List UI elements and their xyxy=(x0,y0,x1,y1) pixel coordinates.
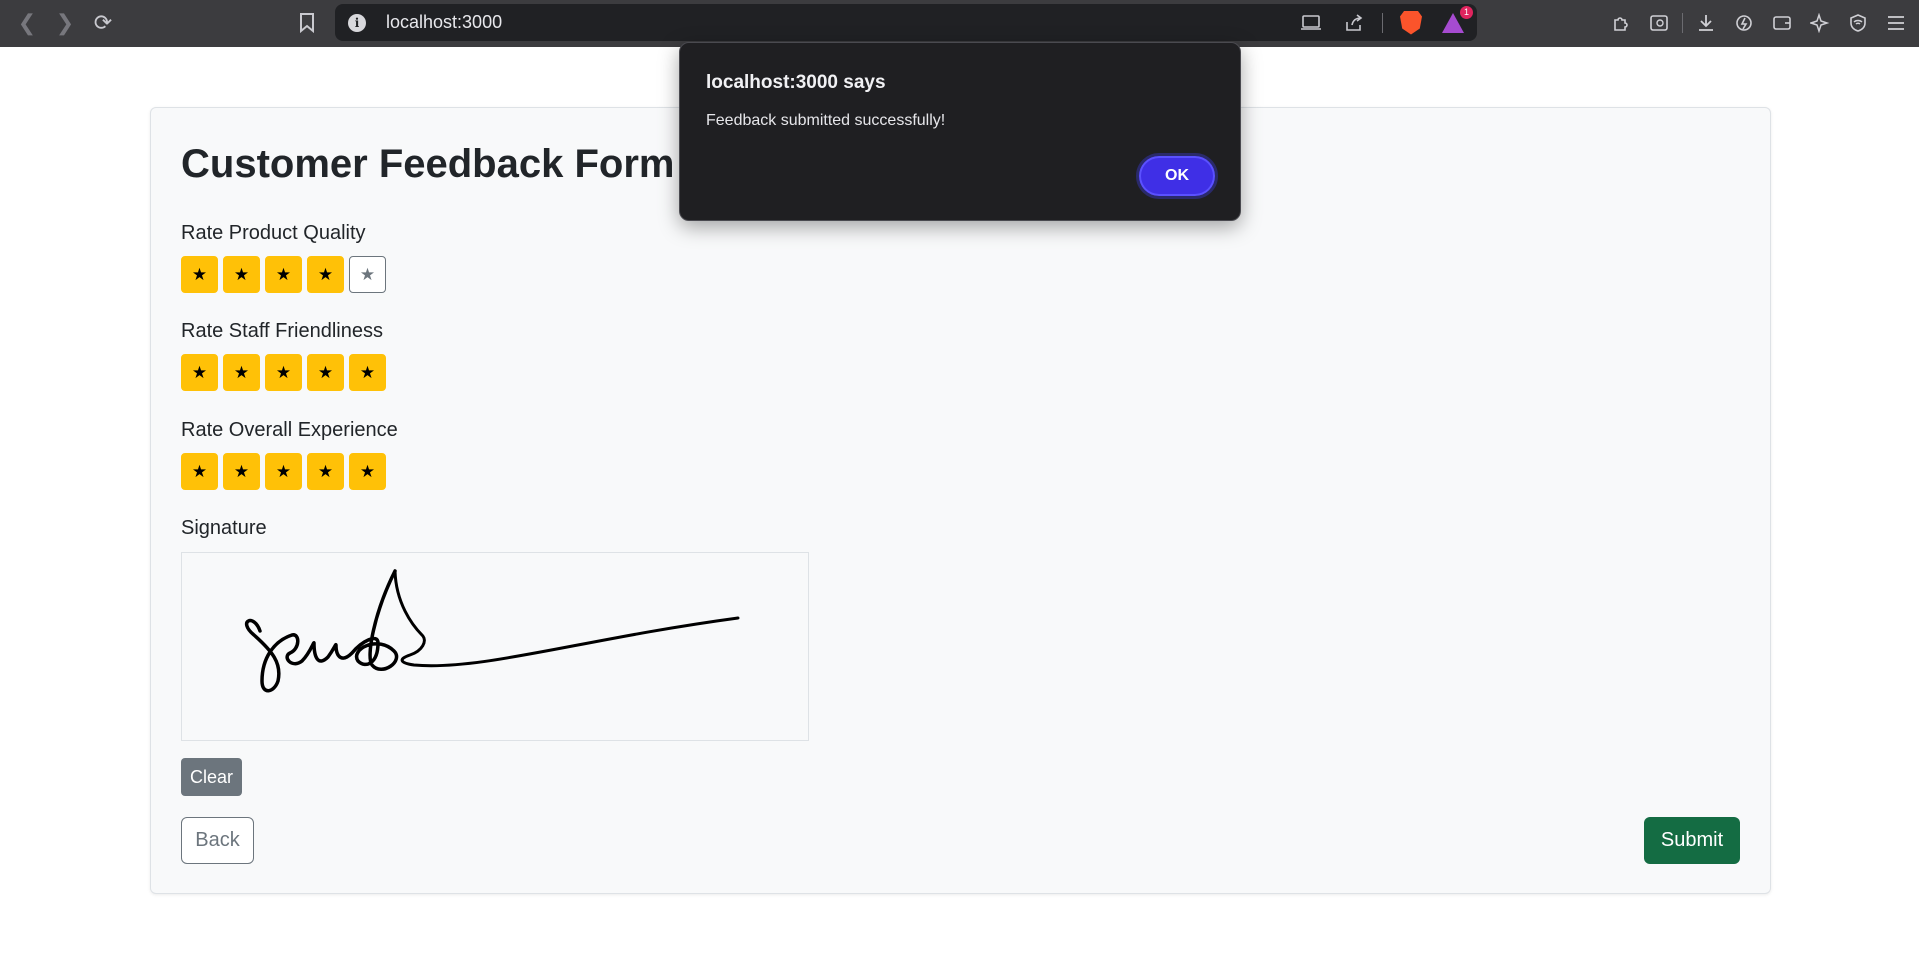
leo-ai-icon[interactable] xyxy=(1805,8,1835,38)
page-title: Customer Feedback Form sl xyxy=(181,142,719,186)
star-button[interactable]: ★ xyxy=(307,256,344,293)
share-icon[interactable] xyxy=(1340,9,1368,37)
wallet-icon[interactable] xyxy=(1767,8,1797,38)
speed-icon[interactable] xyxy=(1729,8,1759,38)
divider xyxy=(1382,12,1383,33)
star-button[interactable]: ★ xyxy=(181,354,218,391)
address-bar[interactable]: i localhost:3000 1 xyxy=(335,4,1477,41)
star-button[interactable]: ★ xyxy=(349,256,386,293)
reload-icon[interactable]: ⟳ xyxy=(88,8,118,38)
brave-rewards-icon[interactable]: 1 xyxy=(1439,5,1473,37)
dialog-title: localhost:3000 says xyxy=(706,72,886,93)
downloads-icon[interactable] xyxy=(1691,8,1721,38)
forward-arrow-icon[interactable]: ❯ xyxy=(50,8,80,38)
site-info-icon[interactable]: i xyxy=(348,13,366,32)
rating-stars-overall-experience: ★ ★ ★ ★ ★ xyxy=(181,453,386,490)
brave-shields-icon[interactable] xyxy=(1397,9,1425,37)
star-button[interactable]: ★ xyxy=(307,453,344,490)
cast-icon[interactable] xyxy=(1298,9,1326,37)
submit-button[interactable]: Submit xyxy=(1644,817,1740,864)
back-button[interactable]: Back xyxy=(181,817,254,864)
reader-mode-icon[interactable] xyxy=(1644,8,1674,38)
dialog-message: Feedback submitted successfully! xyxy=(706,112,946,129)
signature-pad[interactable] xyxy=(181,552,809,741)
star-button[interactable]: ★ xyxy=(265,256,302,293)
star-button[interactable]: ★ xyxy=(223,453,260,490)
rating-label-staff-friendliness: Rate Staff Friendliness xyxy=(181,320,383,342)
divider xyxy=(1682,13,1683,33)
star-button[interactable]: ★ xyxy=(181,453,218,490)
extensions-icon[interactable] xyxy=(1606,8,1636,38)
rating-stars-staff-friendliness: ★ ★ ★ ★ ★ xyxy=(181,354,386,391)
clear-signature-button[interactable]: Clear xyxy=(181,758,242,796)
rating-label-overall-experience: Rate Overall Experience xyxy=(181,419,398,441)
rating-stars-product-quality: ★ ★ ★ ★ ★ xyxy=(181,256,386,293)
rating-label-product-quality: Rate Product Quality xyxy=(181,222,366,244)
star-button[interactable]: ★ xyxy=(223,256,260,293)
vpn-icon[interactable] xyxy=(1843,8,1873,38)
back-arrow-icon[interactable]: ❮ xyxy=(12,8,42,38)
star-button[interactable]: ★ xyxy=(181,256,218,293)
menu-icon[interactable] xyxy=(1881,8,1911,38)
alert-dialog: localhost:3000 says Feedback submitted s… xyxy=(679,42,1241,221)
signature-label: Signature xyxy=(181,517,267,539)
feedback-form-card: Customer Feedback Form sl Rate Product Q… xyxy=(150,107,1771,894)
rewards-badge: 1 xyxy=(1459,5,1473,19)
star-button[interactable]: ★ xyxy=(265,453,302,490)
url-text[interactable]: localhost:3000 xyxy=(386,12,502,33)
star-button[interactable]: ★ xyxy=(307,354,344,391)
star-button[interactable]: ★ xyxy=(265,354,302,391)
bookmark-icon[interactable] xyxy=(292,8,322,38)
signature-drawing xyxy=(245,569,740,693)
star-button[interactable]: ★ xyxy=(349,453,386,490)
star-button[interactable]: ★ xyxy=(223,354,260,391)
star-button[interactable]: ★ xyxy=(349,354,386,391)
browser-toolbar: ❮ ❯ ⟳ i localhost:3000 1 xyxy=(0,0,1919,47)
dialog-ok-button[interactable]: OK xyxy=(1136,153,1218,199)
